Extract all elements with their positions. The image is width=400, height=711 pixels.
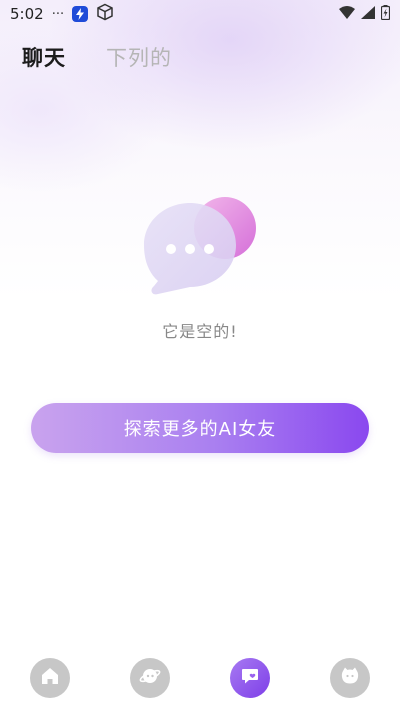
wifi-icon bbox=[339, 5, 355, 23]
home-icon bbox=[40, 666, 60, 690]
nav-chat[interactable] bbox=[230, 658, 270, 698]
status-left: 5:02 ··· bbox=[10, 3, 114, 25]
top-tabs: 聊天 下列的 bbox=[22, 42, 172, 72]
chat-bubble-icon bbox=[140, 193, 260, 303]
bottom-nav bbox=[0, 655, 400, 703]
status-right bbox=[339, 4, 391, 24]
empty-state-message: 它是空的! bbox=[162, 322, 238, 341]
notification-app-icon bbox=[72, 6, 89, 22]
explore-more-label: 探索更多的AI女友 bbox=[123, 419, 277, 440]
nav-profile[interactable] bbox=[330, 658, 370, 698]
planet-icon bbox=[139, 665, 161, 691]
battery-icon bbox=[380, 4, 391, 24]
chat-icon bbox=[240, 666, 260, 690]
signal-icon bbox=[361, 5, 375, 23]
explore-more-button[interactable]: 探索更多的AI女友 bbox=[31, 403, 369, 453]
nav-home[interactable] bbox=[30, 658, 70, 698]
tab-following[interactable]: 下列的 bbox=[106, 42, 172, 72]
profile-icon bbox=[339, 665, 361, 691]
box-icon bbox=[96, 3, 114, 25]
nav-discover[interactable] bbox=[130, 658, 170, 698]
status-dots: ··· bbox=[51, 6, 65, 22]
status-bar: 5:02 ··· bbox=[0, 0, 400, 28]
status-time: 5:02 bbox=[10, 5, 44, 23]
tab-chat[interactable]: 聊天 bbox=[22, 42, 66, 72]
